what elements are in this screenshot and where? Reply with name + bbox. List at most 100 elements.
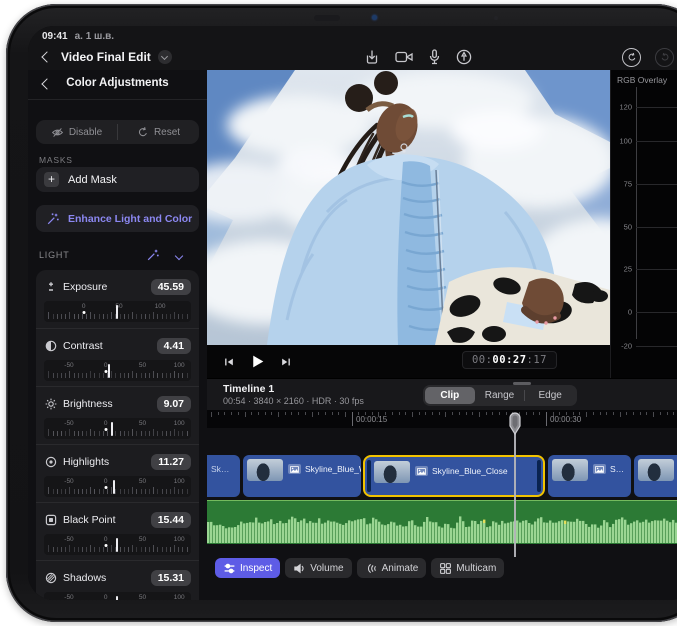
add-mask-button[interactable]: + Add Mask	[36, 167, 199, 192]
clip-thumbnail	[374, 461, 410, 483]
rgb-overlay-scope: RGB Overlay 1201007550250-20	[610, 70, 677, 378]
pencil-icon[interactable]	[456, 49, 472, 65]
color-adjustments-panel: Color Adjustments Disable Reset MASKS +	[28, 70, 208, 600]
audio-track[interactable]	[207, 500, 677, 544]
ruler-tick-label: 100	[174, 362, 185, 369]
screen: 09:41 а. 1 ш.в. Video Final Edit	[28, 26, 677, 600]
value-indicator[interactable]	[116, 305, 118, 319]
photo-icon	[288, 464, 301, 474]
slider-value[interactable]: 45.59	[151, 279, 191, 295]
camera-icon[interactable]	[395, 50, 413, 64]
ruler-tick-label: -50	[64, 536, 73, 543]
ruler-tick-label: -50	[64, 478, 73, 485]
slider-label: Highlights	[63, 456, 109, 468]
title-dropdown[interactable]	[158, 50, 172, 64]
slider-value[interactable]: 15.31	[151, 570, 191, 586]
video-track: Sk…Skyline_Blue_WideSkyline_Blue_Close S…	[207, 455, 677, 497]
slider-ruler[interactable]: -50050100	[44, 418, 191, 439]
mode-range[interactable]: Range	[475, 387, 525, 404]
previous-frame-icon[interactable]	[223, 356, 235, 368]
slider-brightness[interactable]: Brightness 9.07 -50050100	[36, 386, 199, 444]
photo-icon	[593, 464, 606, 474]
value-indicator[interactable]	[113, 480, 115, 494]
scope-gridline	[636, 141, 677, 142]
slider-label: Brightness	[63, 398, 113, 410]
ruler-tick-label: 100	[155, 303, 166, 310]
slider-highlights[interactable]: Highlights11.27-50050100	[36, 444, 199, 502]
trim-handle-right[interactable]	[537, 460, 541, 492]
value-indicator[interactable]	[111, 422, 113, 436]
slider-ruler[interactable]: -50050100	[44, 476, 191, 497]
ruler-tick-label: 100	[174, 594, 185, 600]
slider-value[interactable]: 15.44	[151, 512, 191, 528]
undo-icon[interactable]	[622, 48, 641, 67]
ruler-tick-label: 50	[139, 420, 146, 427]
slider-exposure[interactable]: Exposure45.59050100	[36, 270, 199, 328]
playhead-line[interactable]	[514, 416, 516, 557]
slider-value[interactable]: 4.41	[157, 338, 191, 354]
scope-gridline	[636, 107, 677, 108]
slider-black-point[interactable]: Black Point15.44-50050100	[36, 502, 199, 560]
disable-button[interactable]: Disable	[36, 120, 117, 144]
clip-label: S…	[610, 464, 624, 474]
slider-contrast[interactable]: Contrast4.41-50050100	[36, 328, 199, 386]
clip[interactable]: S…	[548, 455, 631, 497]
value-indicator[interactable]	[116, 596, 118, 600]
mic-icon[interactable]	[428, 49, 441, 65]
ruler-tick-label: 50	[139, 478, 146, 485]
ruler-tick-label: 100	[174, 536, 185, 543]
slider-ruler[interactable]: -50050100	[44, 592, 191, 600]
clip[interactable]: Sk…	[207, 455, 240, 497]
value-indicator[interactable]	[108, 364, 110, 378]
ruler-major-tick	[352, 412, 353, 426]
scope-tick-label: 25	[611, 265, 632, 274]
panel-header: Color Adjustments	[28, 70, 207, 100]
scope-gridline	[636, 269, 677, 270]
playhead-handle[interactable]	[508, 411, 522, 437]
inspect-button[interactable]: Inspect	[215, 558, 280, 578]
light-section-label: LIGHT	[39, 250, 70, 260]
scope-tick-label: 75	[611, 180, 632, 189]
magic-wand-icon	[46, 212, 60, 226]
ruler-tick-label: 100	[174, 478, 185, 485]
mode-clip[interactable]: Clip	[425, 387, 475, 404]
slider-value[interactable]: 11.27	[151, 454, 191, 470]
scope-tick-label: 100	[611, 137, 632, 146]
tool-label: Inspect	[240, 563, 272, 574]
reset-button[interactable]: Reset	[118, 120, 199, 144]
light-section-header[interactable]: LIGHT	[28, 246, 207, 268]
slider-value[interactable]: 9.07	[157, 396, 191, 412]
slider-shadows[interactable]: Shadows15.31-50050100	[36, 560, 199, 600]
ruler-time-label: 00:00:15	[356, 415, 387, 424]
enhance-light-color-button[interactable]: Enhance Light and Color	[36, 205, 199, 232]
top-bar: 09:41 а. 1 ш.в. Video Final Edit	[28, 26, 677, 70]
front-camera	[372, 15, 377, 20]
back-chevron-icon[interactable]	[41, 51, 52, 62]
multicam-button[interactable]: Multicam	[431, 558, 504, 578]
clip[interactable]: Skyline_Blue_Wide	[243, 455, 361, 497]
brightness-icon	[44, 397, 57, 410]
slider-ruler[interactable]: -50050100	[44, 360, 191, 381]
import-icon[interactable]	[364, 49, 380, 65]
clip[interactable]	[634, 455, 677, 497]
slider-ruler[interactable]: 050100	[44, 301, 191, 322]
timeline-ruler[interactable]: 00:00:1500:00:30	[207, 410, 677, 428]
auto-enhance-icon[interactable]	[146, 248, 160, 267]
collapse-chevron-icon[interactable]	[175, 252, 183, 260]
tool-label: Animate	[382, 563, 419, 574]
redo-icon[interactable]	[655, 48, 674, 67]
scope-tick-label: -20	[611, 342, 632, 351]
volume-button[interactable]: Volume	[285, 558, 351, 578]
scope-gridline	[636, 312, 677, 313]
value-indicator[interactable]	[116, 538, 118, 552]
animate-button[interactable]: Animate	[357, 558, 427, 578]
play-icon[interactable]	[249, 353, 266, 370]
mode-edge[interactable]: Edge	[525, 387, 575, 404]
next-frame-icon[interactable]	[280, 356, 292, 368]
eye-off-icon	[51, 126, 64, 139]
trim-handle-left[interactable]	[367, 460, 371, 492]
slider-ruler[interactable]: -50050100	[44, 534, 191, 555]
ipad-device-frame: 09:41 а. 1 ш.в. Video Final Edit	[6, 4, 677, 622]
clip-selected[interactable]: Skyline_Blue_Close	[363, 455, 545, 497]
edit-mode-segmented-control: ClipRangeEdge	[423, 385, 577, 406]
